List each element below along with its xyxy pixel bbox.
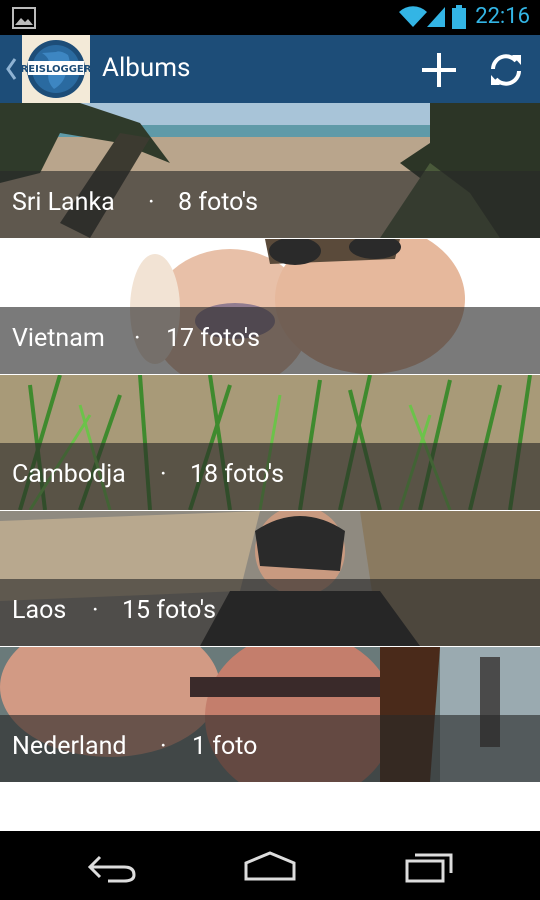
- album-item-sri-lanka[interactable]: Sri Lanka · 8 foto's: [0, 103, 540, 238]
- back-icon[interactable]: [86, 849, 138, 883]
- add-icon[interactable]: [418, 49, 460, 91]
- album-caption: Cambodja · 18 foto's: [0, 443, 540, 510]
- action-bar: REISLOGGER Albums: [0, 35, 540, 104]
- wifi-icon: [399, 6, 427, 27]
- album-item-vietnam[interactable]: Vietnam · 17 foto's: [0, 239, 540, 374]
- album-caption: Laos · 15 foto's: [0, 579, 540, 646]
- album-caption: Nederland · 1 foto: [0, 715, 540, 782]
- up-caret-icon[interactable]: [5, 57, 17, 81]
- album-name: Cambodja: [12, 460, 126, 489]
- photo-count: 8 foto's: [178, 188, 259, 217]
- album-name: Sri Lanka: [12, 188, 115, 217]
- separator: ·: [160, 732, 167, 761]
- refresh-icon[interactable]: [485, 49, 527, 91]
- album-item-laos[interactable]: Laos · 15 foto's: [0, 511, 540, 646]
- image-notification-icon: [12, 7, 36, 29]
- navigation-bar: [0, 831, 540, 900]
- recent-apps-icon[interactable]: [403, 849, 455, 883]
- album-item-cambodja[interactable]: Cambodja · 18 foto's: [0, 375, 540, 510]
- album-name: Vietnam: [12, 324, 105, 353]
- signal-icon: [427, 7, 445, 27]
- status-bar: 22:16: [0, 0, 540, 35]
- album-caption: Vietnam · 17 foto's: [0, 307, 540, 374]
- separator: ·: [92, 596, 99, 625]
- photo-count: 1 foto: [192, 732, 258, 761]
- battery-icon: [452, 5, 466, 29]
- home-icon[interactable]: [243, 849, 297, 883]
- photo-count: 15 foto's: [122, 596, 217, 625]
- album-name: Nederland: [12, 732, 127, 761]
- photo-count: 17 foto's: [166, 324, 261, 353]
- logo-text: REISLOGGER: [22, 64, 90, 75]
- photo-count: 18 foto's: [190, 460, 285, 489]
- separator: ·: [134, 324, 141, 353]
- album-item-nederland[interactable]: Nederland · 1 foto: [0, 647, 540, 782]
- app-logo[interactable]: REISLOGGER: [21, 35, 92, 104]
- album-name: Laos: [12, 596, 67, 625]
- separator: ·: [148, 188, 155, 217]
- clock: 22:16: [475, 4, 530, 29]
- album-caption: Sri Lanka · 8 foto's: [0, 171, 540, 238]
- separator: ·: [160, 460, 167, 489]
- reislogger-logo: REISLOGGER: [21, 40, 92, 98]
- page-title: Albums: [102, 53, 191, 83]
